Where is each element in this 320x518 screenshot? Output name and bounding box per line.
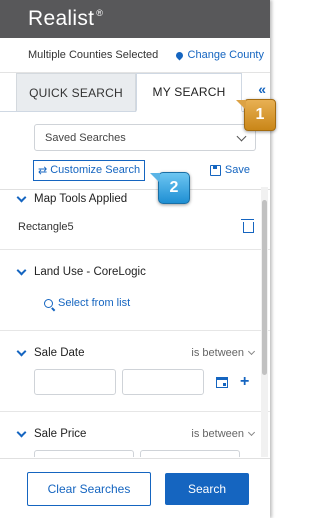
save-label: Save [224,164,250,176]
chevron-down-icon [247,347,256,356]
section-sale-date: Sale Date is between [0,331,270,365]
calendar-icon[interactable] [216,376,228,388]
chevron-down-icon [16,192,27,203]
sale-date-operator[interactable]: is between [191,347,256,359]
search-panel: Realist ® Multiple Counties Selected Chan… [0,0,270,518]
sale-date-header[interactable]: Sale Date is between [16,341,256,365]
sale-date-title: Sale Date [34,347,85,359]
chevron-down-icon [236,131,247,141]
search-tabs: QUICK SEARCH MY SEARCH « [0,73,270,112]
scrollbar-thumb[interactable] [262,200,267,375]
sale-date-to-input[interactable] [122,369,204,395]
section-land-use: Land Use - CoreLogic Select from list [0,250,270,316]
county-row: Multiple Counties Selected Change County [0,38,270,73]
county-status: Multiple Counties Selected [28,49,159,61]
sale-price-title: Sale Price [34,428,87,440]
section-map-tools: Map Tools Applied Rectangle5 [0,187,270,239]
search-icon [44,298,53,308]
criteria-list: Map Tools Applied Rectangle5 Land Use - … [0,187,270,457]
select-from-list-label: Select from list [58,297,131,309]
chevron-down-icon [247,428,256,437]
callout-badge-2: 2 [150,172,190,204]
saved-searches-dropdown[interactable]: Saved Searches [34,124,256,151]
save-icon [209,164,221,176]
map-tool-label: Rectangle5 [18,221,74,233]
add-icon[interactable]: + [252,455,261,458]
land-use-title: Land Use - CoreLogic [34,266,146,278]
footer-actions: Clear Searches Search [0,458,270,518]
tab-my-search[interactable]: MY SEARCH [136,73,242,112]
save-button[interactable]: Save [209,164,250,176]
land-use-header[interactable]: Land Use - CoreLogic [16,260,254,284]
collapse-panel-icon[interactable]: « [258,81,266,97]
app-header: Realist ® [0,0,270,38]
section-sale-price: Sale Price is between [0,412,270,446]
map-tools-title: Map Tools Applied [34,193,128,205]
chevron-down-icon [16,265,27,276]
map-pin-icon [174,50,184,60]
trash-icon[interactable] [241,218,254,233]
sale-price-operator-label: is between [191,428,244,440]
clear-searches-button[interactable]: Clear Searches [27,471,151,506]
map-tool-item: Rectangle5 [18,215,254,239]
sale-price-inputs: + [0,446,270,457]
sale-date-from-input[interactable] [34,369,116,395]
saved-searches-value: Saved Searches [45,131,126,144]
sale-price-from-input[interactable] [34,450,134,457]
tab-quick-search[interactable]: QUICK SEARCH [16,73,136,111]
chevron-down-icon [16,427,27,438]
sale-price-operator[interactable]: is between [191,428,256,440]
sale-price-to-input[interactable] [140,450,240,457]
swap-arrows-icon: ⇄ [38,164,48,177]
search-button[interactable]: Search [165,472,249,505]
registered-mark: ® [96,8,104,18]
add-icon[interactable]: + [240,374,249,390]
customize-search-button[interactable]: ⇄ Customize Search [33,159,146,181]
chevron-down-icon [16,346,27,357]
sale-date-inputs: + [0,365,270,399]
select-from-list-link[interactable]: Select from list [18,290,254,316]
map-tools-header[interactable]: Map Tools Applied [16,187,254,211]
customize-search-label: Customize Search [50,164,141,176]
callout-badge-1: 1 [236,99,276,131]
sale-price-header[interactable]: Sale Price is between [16,422,256,446]
change-county-link[interactable]: Change County [174,49,264,61]
change-county-label: Change County [187,49,264,61]
brand-name: Realist [28,7,95,30]
sale-date-operator-label: is between [191,347,244,359]
